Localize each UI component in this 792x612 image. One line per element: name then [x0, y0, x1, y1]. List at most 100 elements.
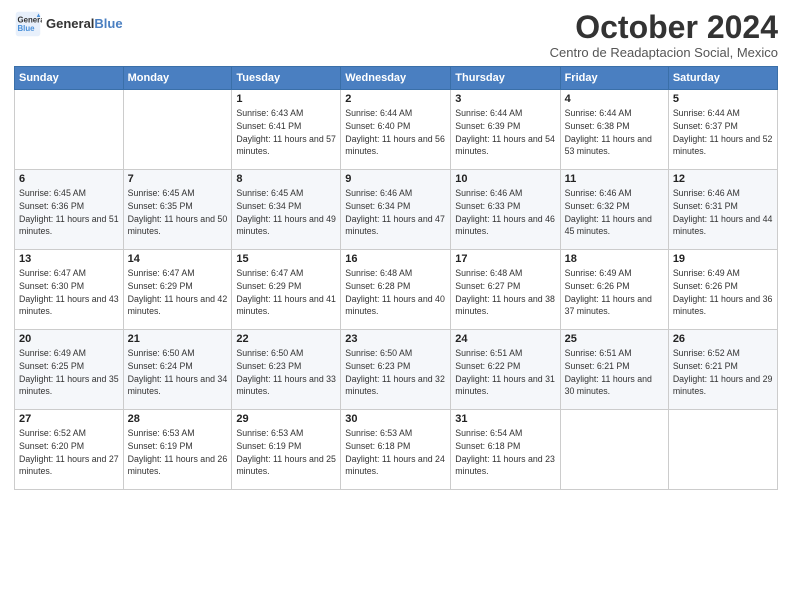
day-number: 17	[455, 253, 555, 265]
day-info: Sunrise: 6:46 AM Sunset: 6:32 PM Dayligh…	[565, 187, 664, 238]
day-info: Sunrise: 6:50 AM Sunset: 6:23 PM Dayligh…	[345, 347, 446, 398]
week-row-3: 13Sunrise: 6:47 AM Sunset: 6:30 PM Dayli…	[15, 250, 778, 330]
day-cell: 5 Sunrise: 6:44 AM Sunset: 6:37 PM Daylig…	[668, 90, 777, 170]
location-subtitle: Centro de Readaptacion Social, Mexico	[550, 45, 778, 60]
day-cell: 12Sunrise: 6:46 AM Sunset: 6:31 PM Dayli…	[668, 170, 777, 250]
day-info: Sunrise: 6:43 AM Sunset: 6:41 PM Dayligh…	[236, 107, 336, 158]
day-cell	[560, 410, 668, 490]
day-cell: 26 Sunrise: 6:52 AM Sunset: 6:21 PM Dayli…	[668, 330, 777, 410]
day-info: Sunrise: 6:47 AM Sunset: 6:29 PM Dayligh…	[236, 267, 336, 318]
day-info: Sunrise: 6:47 AM Sunset: 6:30 PM Dayligh…	[19, 267, 119, 318]
day-info: Sunrise: 6:46 AM Sunset: 6:34 PM Dayligh…	[345, 187, 446, 238]
day-cell: 24Sunrise: 6:51 AM Sunset: 6:22 PM Dayli…	[451, 330, 560, 410]
week-row-2: 6Sunrise: 6:45 AM Sunset: 6:36 PM Daylig…	[15, 170, 778, 250]
day-info: Sunrise: 6:45 AM Sunset: 6:34 PM Dayligh…	[236, 187, 336, 238]
day-cell: 18Sunrise: 6:49 AM Sunset: 6:26 PM Dayli…	[560, 250, 668, 330]
day-cell	[123, 90, 232, 170]
day-number: 26	[673, 333, 773, 345]
calendar-body: 1 Sunrise: 6:43 AM Sunset: 6:41 PM Daylig…	[15, 90, 778, 490]
page: General Blue GeneralBlue October 2024 Ce…	[0, 0, 792, 612]
day-cell: 19Sunrise: 6:49 AM Sunset: 6:26 PM Dayli…	[668, 250, 777, 330]
day-number: 29	[236, 413, 336, 425]
day-cell: 13Sunrise: 6:47 AM Sunset: 6:30 PM Dayli…	[15, 250, 124, 330]
day-number: 28	[128, 413, 228, 425]
day-cell: 21 Sunrise: 6:50 AM Sunset: 6:24 PM Dayli…	[123, 330, 232, 410]
day-number: 10	[455, 173, 555, 185]
day-number: 1	[236, 93, 336, 105]
day-cell: 22Sunrise: 6:50 AM Sunset: 6:23 PM Dayli…	[232, 330, 341, 410]
header-cell-friday: Friday	[560, 67, 668, 90]
calendar-table: SundayMondayTuesdayWednesdayThursdayFrid…	[14, 66, 778, 490]
day-cell	[668, 410, 777, 490]
logo: General Blue GeneralBlue	[14, 10, 123, 38]
day-number: 11	[565, 173, 664, 185]
day-cell: 8 Sunrise: 6:45 AM Sunset: 6:34 PM Daylig…	[232, 170, 341, 250]
week-row-4: 20 Sunrise: 6:49 AM Sunset: 6:25 PM Dayli…	[15, 330, 778, 410]
svg-text:Blue: Blue	[18, 24, 36, 33]
day-info: Sunrise: 6:53 AM Sunset: 6:19 PM Dayligh…	[236, 427, 336, 478]
day-number: 5	[673, 93, 773, 105]
day-number: 21	[128, 333, 228, 345]
day-info: Sunrise: 6:44 AM Sunset: 6:39 PM Dayligh…	[455, 107, 555, 158]
header-cell-tuesday: Tuesday	[232, 67, 341, 90]
day-number: 3	[455, 93, 555, 105]
day-number: 23	[345, 333, 446, 345]
day-number: 8	[236, 173, 336, 185]
day-cell: 4Sunrise: 6:44 AM Sunset: 6:38 PM Daylig…	[560, 90, 668, 170]
day-cell: 30 Sunrise: 6:53 AM Sunset: 6:18 PM Dayli…	[341, 410, 451, 490]
day-number: 20	[19, 333, 119, 345]
day-cell: 16 Sunrise: 6:48 AM Sunset: 6:28 PM Dayli…	[341, 250, 451, 330]
day-number: 19	[673, 253, 773, 265]
day-number: 2	[345, 93, 446, 105]
day-number: 15	[236, 253, 336, 265]
day-info: Sunrise: 6:47 AM Sunset: 6:29 PM Dayligh…	[128, 267, 228, 318]
header-cell-thursday: Thursday	[451, 67, 560, 90]
day-number: 9	[345, 173, 446, 185]
day-info: Sunrise: 6:49 AM Sunset: 6:25 PM Dayligh…	[19, 347, 119, 398]
day-cell: 11 Sunrise: 6:46 AM Sunset: 6:32 PM Dayli…	[560, 170, 668, 250]
day-cell: 3 Sunrise: 6:44 AM Sunset: 6:39 PM Daylig…	[451, 90, 560, 170]
day-cell: 27Sunrise: 6:52 AM Sunset: 6:20 PM Dayli…	[15, 410, 124, 490]
day-info: Sunrise: 6:53 AM Sunset: 6:19 PM Dayligh…	[128, 427, 228, 478]
day-cell: 20 Sunrise: 6:49 AM Sunset: 6:25 PM Dayli…	[15, 330, 124, 410]
header-cell-wednesday: Wednesday	[341, 67, 451, 90]
header-row: SundayMondayTuesdayWednesdayThursdayFrid…	[15, 67, 778, 90]
month-title: October 2024	[550, 10, 778, 45]
day-number: 6	[19, 173, 119, 185]
logo-text: GeneralBlue	[46, 16, 123, 32]
header-cell-monday: Monday	[123, 67, 232, 90]
title-block: October 2024 Centro de Readaptacion Soci…	[550, 10, 778, 60]
day-number: 27	[19, 413, 119, 425]
day-cell: 14 Sunrise: 6:47 AM Sunset: 6:29 PM Dayli…	[123, 250, 232, 330]
day-number: 31	[455, 413, 555, 425]
day-info: Sunrise: 6:51 AM Sunset: 6:22 PM Dayligh…	[455, 347, 555, 398]
day-info: Sunrise: 6:48 AM Sunset: 6:27 PM Dayligh…	[455, 267, 555, 318]
day-cell	[15, 90, 124, 170]
day-number: 25	[565, 333, 664, 345]
day-cell: 15 Sunrise: 6:47 AM Sunset: 6:29 PM Dayli…	[232, 250, 341, 330]
day-info: Sunrise: 6:48 AM Sunset: 6:28 PM Dayligh…	[345, 267, 446, 318]
day-cell: 25 Sunrise: 6:51 AM Sunset: 6:21 PM Dayli…	[560, 330, 668, 410]
day-number: 7	[128, 173, 228, 185]
week-row-5: 27Sunrise: 6:52 AM Sunset: 6:20 PM Dayli…	[15, 410, 778, 490]
day-info: Sunrise: 6:53 AM Sunset: 6:18 PM Dayligh…	[345, 427, 446, 478]
day-cell: 6Sunrise: 6:45 AM Sunset: 6:36 PM Daylig…	[15, 170, 124, 250]
day-number: 16	[345, 253, 446, 265]
day-info: Sunrise: 6:52 AM Sunset: 6:21 PM Dayligh…	[673, 347, 773, 398]
day-number: 14	[128, 253, 228, 265]
day-number: 30	[345, 413, 446, 425]
day-info: Sunrise: 6:51 AM Sunset: 6:21 PM Dayligh…	[565, 347, 664, 398]
day-info: Sunrise: 6:46 AM Sunset: 6:33 PM Dayligh…	[455, 187, 555, 238]
logo-icon: General Blue	[14, 10, 42, 38]
calendar-header: SundayMondayTuesdayWednesdayThursdayFrid…	[15, 67, 778, 90]
day-number: 22	[236, 333, 336, 345]
day-cell: 31Sunrise: 6:54 AM Sunset: 6:18 PM Dayli…	[451, 410, 560, 490]
day-info: Sunrise: 6:44 AM Sunset: 6:37 PM Dayligh…	[673, 107, 773, 158]
day-cell: 7 Sunrise: 6:45 AM Sunset: 6:35 PM Daylig…	[123, 170, 232, 250]
header-cell-saturday: Saturday	[668, 67, 777, 90]
day-cell: 23 Sunrise: 6:50 AM Sunset: 6:23 PM Dayli…	[341, 330, 451, 410]
day-cell: 28 Sunrise: 6:53 AM Sunset: 6:19 PM Dayli…	[123, 410, 232, 490]
day-info: Sunrise: 6:46 AM Sunset: 6:31 PM Dayligh…	[673, 187, 773, 238]
day-info: Sunrise: 6:50 AM Sunset: 6:24 PM Dayligh…	[128, 347, 228, 398]
day-info: Sunrise: 6:45 AM Sunset: 6:35 PM Dayligh…	[128, 187, 228, 238]
